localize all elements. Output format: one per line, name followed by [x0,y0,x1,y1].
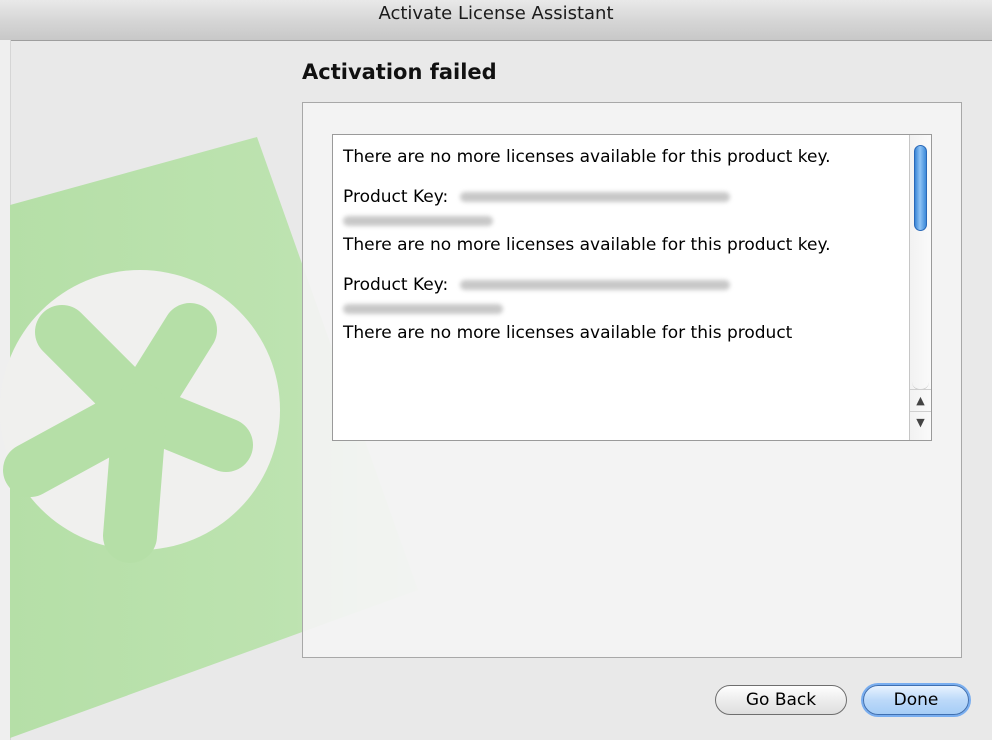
scrollbar-thumb[interactable] [914,145,927,231]
assistant-window: Activate License Assistant Activation fa… [0,0,992,740]
scroll-down-arrow-icon[interactable]: ▼ [910,411,931,432]
page-heading: Activation failed [302,60,497,84]
message-line: There are no more licenses available for… [343,235,831,255]
left-window-edge [0,40,11,740]
scroll-track-end [912,375,929,390]
product-key-label: Product Key: [343,275,449,295]
product-key-label: Product Key: [343,187,449,207]
done-button[interactable]: Done [863,685,969,715]
message-line: There are no more licenses available for… [343,147,831,167]
message-text-area: There are no more licenses available for… [343,145,883,361]
vertical-scrollbar[interactable]: ▲ ▼ [909,135,931,440]
scroll-up-arrow-icon[interactable]: ▲ [910,389,931,410]
redacted-key [459,192,730,202]
product-key-row: Product Key: [343,185,883,209]
redacted-key [343,304,503,314]
message-scroll-view[interactable]: There are no more licenses available for… [332,134,932,441]
redacted-key [343,216,493,226]
window-title: Activate License Assistant [378,2,614,24]
redacted-key [459,280,730,290]
product-key-row: Product Key: [343,273,883,297]
go-back-button[interactable]: Go Back [715,685,847,715]
title-bar[interactable]: Activate License Assistant [0,0,992,41]
message-line: There are no more licenses available for… [343,323,793,343]
